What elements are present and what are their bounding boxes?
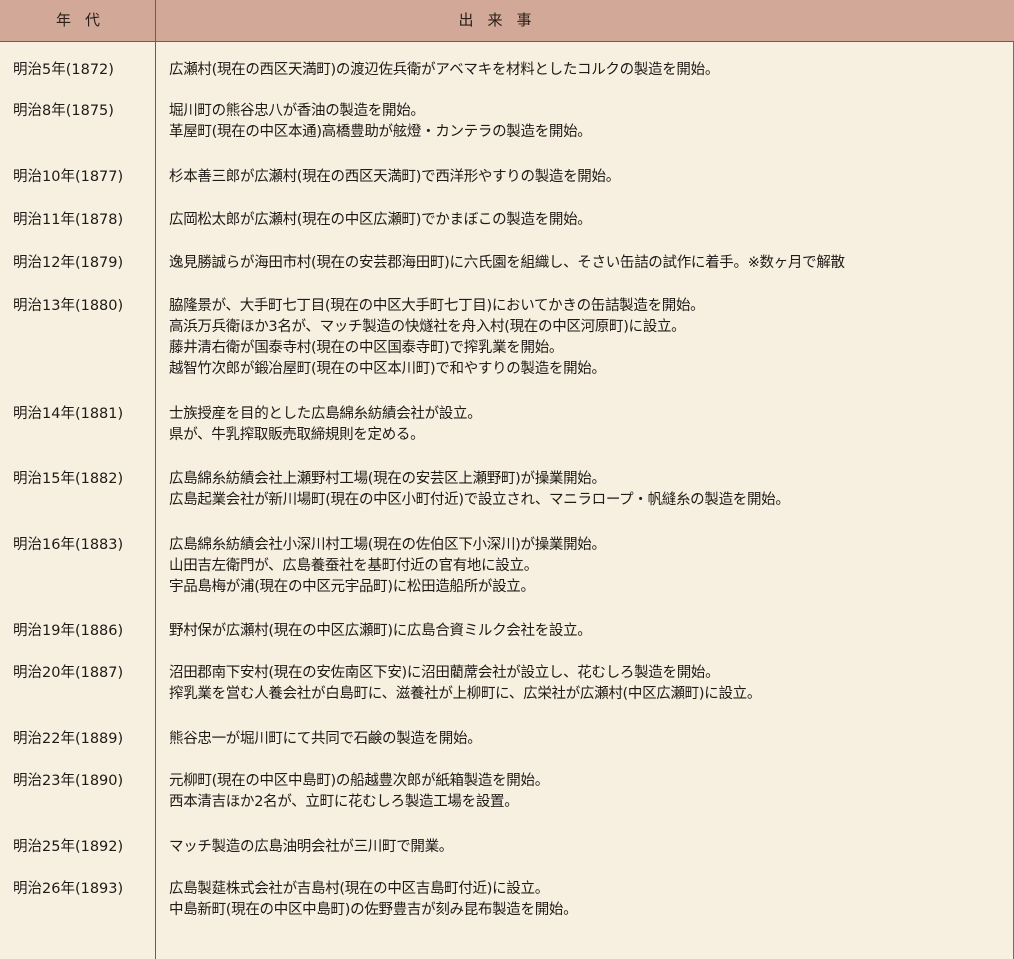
row-events: 士族授産を目的とした広島綿糸紡績会社が設立。 県が、牛乳搾取販売取締規則を定める。 — [169, 404, 1009, 446]
row-year: 明治11年(1878) — [13, 212, 124, 228]
row-year: 明治23年(1890) — [13, 773, 124, 789]
row-events: 堀川町の熊谷忠八が香油の製造を開始。革屋町(現在の中区本通)高橋豊助が舷燈・カン… — [169, 101, 1009, 143]
event-text: 広島起業会社が新川場町(現在の中区小町付近)で設立され、マニラロープ・帆縫糸の製… — [169, 492, 790, 508]
row-year: 明治10年(1877) — [13, 169, 124, 185]
event-text: 高浜万兵衛ほか3名が、マッチ製造の快燧社を舟入村(現在の中区河原町)に設立。 — [169, 319, 686, 335]
row-events: 広岡松太郎が広瀬村(現在の中区広瀬町)でかまぼこの製造を開始。 — [169, 210, 1009, 231]
row-year: 明治22年(1889) — [13, 731, 124, 747]
event-text: 沼田郡南下安村(現在の安佐南区下安)に沼田藺蓆会社が設立し、花むしろ製造を開始。 — [169, 665, 720, 681]
event-text: 越智竹次郎が鍛冶屋町(現在の中区本川町)で和やすりの製造を開始。 — [169, 361, 606, 377]
event-text: 広島綿糸紡績会社小深川村工場(現在の佐伯区下小深川)が操業開始。 — [169, 537, 606, 553]
row-year: 明治8年(1875) — [13, 103, 114, 119]
row-year: 明治25年(1892) — [13, 839, 124, 855]
row-events: 熊谷忠一が堀川町にて共同で石鹸の製造を開始。 — [169, 729, 1009, 750]
row-events: 逸見勝誠らが海田市村(現在の安芸郡海田町)に六氏園を組織し、そさい缶詰の試作に着… — [169, 253, 1009, 274]
row-year: 明治12年(1879) — [13, 255, 124, 271]
row-year: 明治15年(1882) — [13, 471, 124, 487]
event-text: 中島新町(現在の中区中島町)の佐野豊吉が刻み昆布製造を開始。 — [169, 902, 578, 918]
row-events: 広瀬村(現在の西区天満町)の渡辺佐兵衛がアベマキを材料としたコルクの製造を開始。 — [169, 60, 1009, 81]
event-text: 広岡松太郎が広瀬村(現在の中区広瀬町)でかまぼこの製造を開始。 — [169, 212, 592, 228]
header-event: 出来事 — [458, 11, 546, 29]
event-text: 山田吉左衛門が、広島養蚕社を基町付近の官有地に設立。 — [169, 558, 538, 574]
event-text: 宇品島梅が浦(現在の中区元宇品町)に松田造船所が設立。 — [169, 579, 535, 595]
row-events: 広島綿糸紡績会社小深川村工場(現在の佐伯区下小深川)が操業開始。 山田吉左衛門が、… — [169, 535, 1009, 598]
row-year: 明治26年(1893) — [13, 881, 124, 897]
row-events: 沼田郡南下安村(現在の安佐南区下安)に沼田藺蓆会社が設立し、花むしろ製造を開始。… — [169, 663, 1009, 705]
event-text: 広瀬村(現在の西区天満町)の渡辺佐兵衛がアベマキを材料としたコルクの製造を開始。 — [169, 62, 720, 78]
row-events: 元柳町(現在の中区中島町)の船越豊次郎が紙箱製造を開始。 西本清吉ほか2名が、立町… — [169, 771, 1009, 813]
event-text: 西本清吉ほか2名が、立町に花むしろ製造工場を設置。 — [169, 794, 519, 810]
history-table: 年代 出来事 明治5年(1872) 広瀬村(現在の西区天満町)の渡辺佐兵衛がアベマ… — [0, 0, 1014, 959]
event-text: 杉本善三郎が広瀬村(現在の西区天満町)で西洋形やすりの製造を開始。 — [169, 169, 620, 185]
row-events: 広島製莚株式会社が吉島村(現在の中区吉島町付近)に設立。中島新町(現在の中区中島… — [169, 879, 1009, 921]
row-year: 明治19年(1886) — [13, 623, 124, 639]
row-year: 明治20年(1887) — [13, 665, 124, 681]
row-events: マッチ製造の広島油明会社が三川町で開業。 — [169, 837, 1009, 858]
event-text: 県が、牛乳搾取販売取締規則を定める。 — [169, 427, 425, 443]
event-text: 熊谷忠一が堀川町にて共同で石鹸の製造を開始。 — [169, 731, 482, 747]
row-events: 脇隆景が、大手町七丁目(現在の中区大手町七丁目)においてかきの缶詰製造を開始。高… — [169, 296, 1009, 380]
event-text: 野村保が広瀬村(現在の中区広瀬町)に広島合資ミルク会社を設立。 — [169, 623, 592, 639]
event-text: 逸見勝誠らが海田市村(現在の安芸郡海田町)に六氏園を組織し、そさい缶詰の試作に着… — [169, 255, 845, 271]
row-year: 明治5年(1872) — [13, 62, 114, 78]
event-text: 革屋町(現在の中区本通)高橋豊助が舷燈・カンテラの製造を開始。 — [169, 124, 592, 140]
row-events: 杉本善三郎が広瀬村(現在の西区天満町)で西洋形やすりの製造を開始。 — [169, 167, 1009, 188]
row-events: 野村保が広瀬村(現在の中区広瀬町)に広島合資ミルク会社を設立。 — [169, 621, 1009, 642]
event-text: 士族授産を目的とした広島綿糸紡績会社が設立。 — [169, 406, 482, 422]
row-events: 広島綿糸紡績会社上瀬野村工場(現在の安芸区上瀬野町)が操業開始。広島起業会社が新… — [169, 469, 1009, 511]
event-text: 広島製莚株式会社が吉島村(現在の中区吉島町付近)に設立。 — [169, 881, 549, 897]
event-text: 堀川町の熊谷忠八が香油の製造を開始。 — [169, 103, 425, 119]
row-year: 明治16年(1883) — [13, 537, 124, 553]
table-header: 年代 出来事 — [0, 0, 1014, 42]
row-year: 明治13年(1880) — [13, 298, 124, 314]
event-text: 脇隆景が、大手町七丁目(現在の中区大手町七丁目)においてかきの缶詰製造を開始。 — [169, 298, 705, 314]
event-text: 搾乳業を営む人養会社が白島町に、滋養社が上柳町に、広栄社が広瀬村(中区広瀬町)に… — [169, 686, 762, 702]
event-text: 広島綿糸紡績会社上瀬野村工場(現在の安芸区上瀬野町)が操業開始。 — [169, 471, 606, 487]
event-text: 藤井清右衛が国泰寺村(現在の中区国泰寺町)で搾乳業を開始。 — [169, 340, 564, 356]
column-divider — [155, 0, 156, 959]
event-text: マッチ製造の広島油明会社が三川町で開業。 — [169, 839, 453, 855]
event-text: 元柳町(現在の中区中島町)の船越豊次郎が紙箱製造を開始。 — [169, 773, 549, 789]
row-year: 明治14年(1881) — [13, 406, 124, 422]
